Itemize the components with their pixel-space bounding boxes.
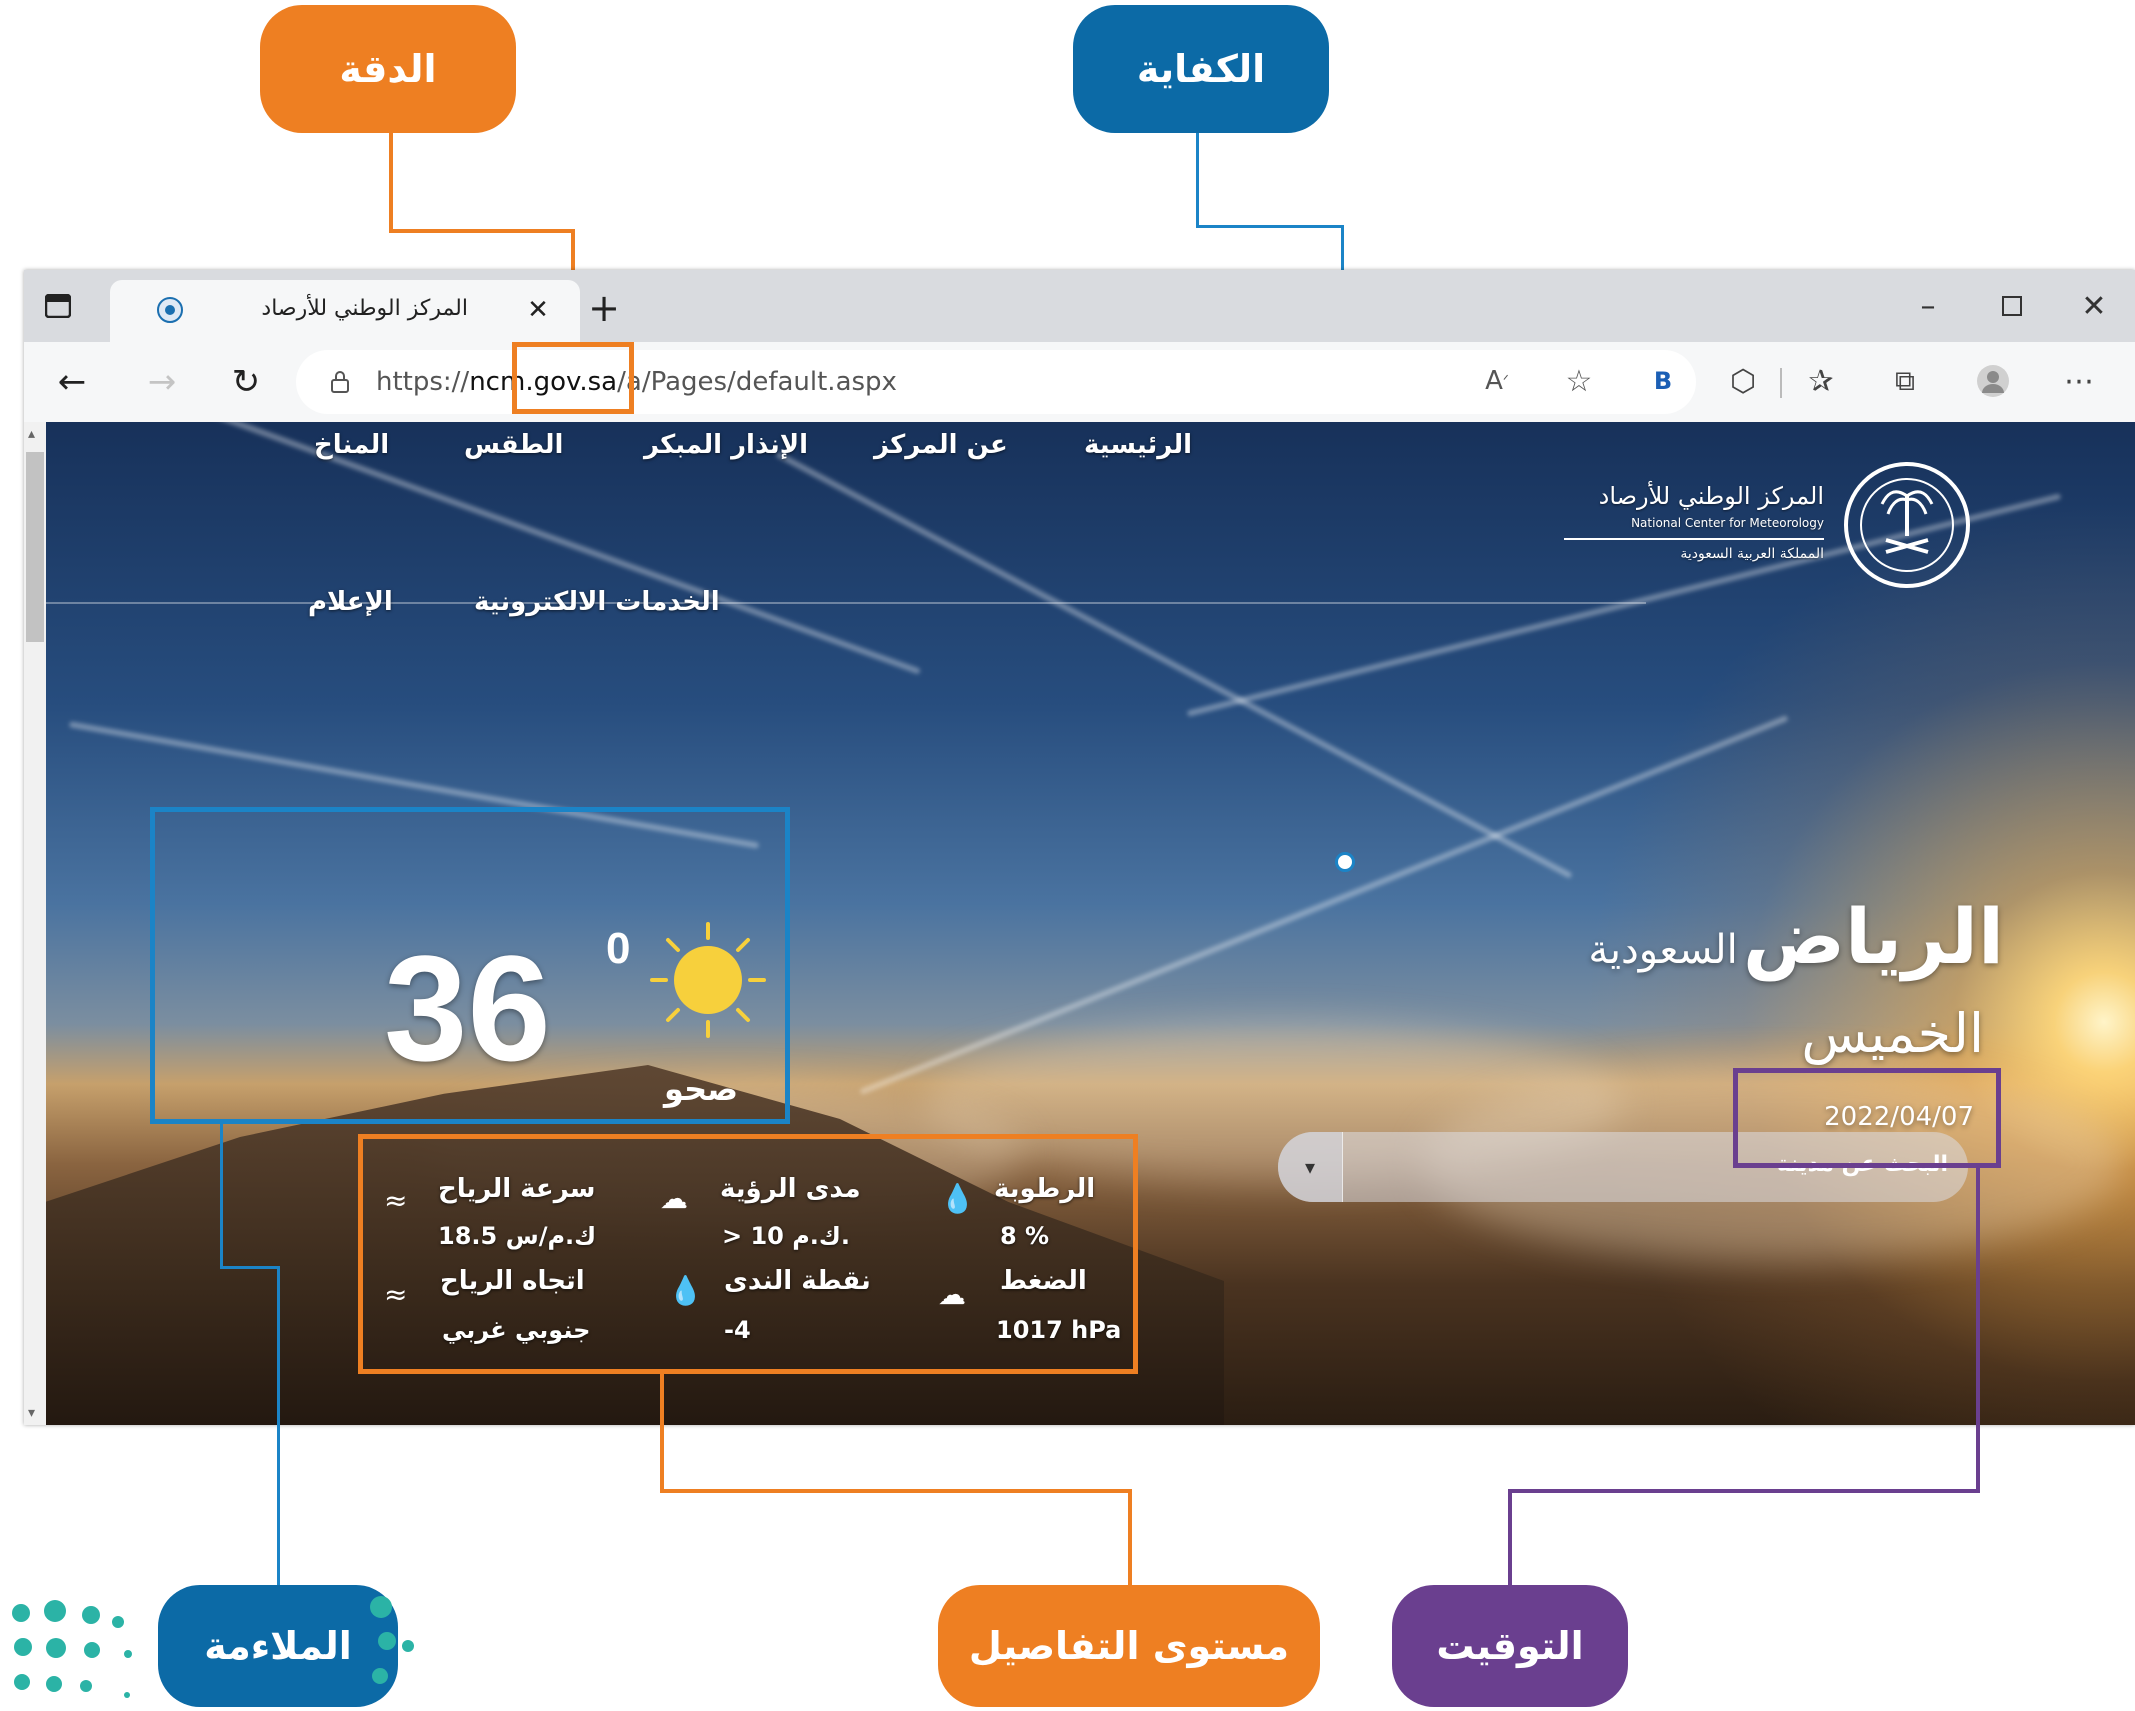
scrollbar[interactable]: ▴ ▾ <box>24 422 46 1425</box>
connector-accuracy <box>389 133 393 233</box>
extensions-icon[interactable]: ⬡ <box>1718 356 1768 406</box>
back-icon[interactable]: ← <box>46 356 98 408</box>
close-tab-icon[interactable]: ✕ <box>520 292 556 328</box>
highlight-temperature <box>150 807 790 1124</box>
bing-icon[interactable]: B <box>1638 356 1688 406</box>
minimize-icon[interactable]: – <box>1904 284 1952 328</box>
collections-icon[interactable]: ⧉ <box>1880 356 1930 406</box>
connector-timeliness <box>1976 1163 1980 1493</box>
tab-actions-icon[interactable] <box>38 286 78 326</box>
logo-name-en: National Center for Meteorology <box>1631 516 1824 530</box>
title-bar: المركز الوطني للأرصاد ✕ + – ✕ <box>24 270 2135 342</box>
lock-icon[interactable] <box>322 364 358 400</box>
url-path-rest: /Pages/default.aspx <box>641 367 897 397</box>
highlight-date <box>1733 1068 2001 1168</box>
connector-detail-v2 <box>1128 1489 1132 1585</box>
url-prefix: https:// <box>376 367 470 397</box>
scrollbar-thumb[interactable] <box>26 452 44 642</box>
close-window-icon[interactable]: ✕ <box>2070 284 2118 328</box>
highlight-details <box>358 1134 1138 1374</box>
profile-icon[interactable] <box>1968 356 2018 406</box>
connector-sufficiency-h <box>1196 225 1344 228</box>
connector-detail-h <box>660 1489 1132 1493</box>
scroll-up-icon[interactable]: ▴ <box>28 426 35 442</box>
nav-home[interactable]: الرئيسية <box>1084 430 1192 460</box>
ncm-logo[interactable] <box>1844 462 1970 588</box>
callout-detail-level: مستوى التفاصيل <box>938 1585 1320 1707</box>
decorative-dots <box>0 1590 420 1711</box>
logo-kingdom: المملكة العربية السعودية <box>1680 546 1824 562</box>
connector-detail <box>660 1369 664 1493</box>
forward-icon[interactable]: → <box>136 356 188 408</box>
nav-media[interactable]: الإعلام <box>308 587 393 617</box>
city-name: الرياض <box>1742 892 2004 981</box>
callout-timeliness: التوقيت <box>1392 1585 1628 1707</box>
logo-name-ar: المركز الوطني للأرصاد <box>1598 482 1824 510</box>
city-block: الرياض السعودية <box>1424 892 2004 981</box>
favorites-icon[interactable]: ✰ <box>1796 356 1846 406</box>
nav-early-warning[interactable]: الإنذار المبكر <box>644 430 808 460</box>
connector-relevance <box>220 1119 223 1269</box>
callout-accuracy: الدقة <box>260 5 516 133</box>
address-bar: ← → ↻ https://ncm.gov.sa/a/Pages/default… <box>24 342 2135 423</box>
nav-e-services[interactable]: الخدمات الالكترونية <box>474 587 720 617</box>
connector-timeliness-v2 <box>1508 1489 1512 1585</box>
connector-timeliness-h <box>1508 1489 1980 1493</box>
logo-rule <box>1564 538 1824 540</box>
new-tab-icon[interactable]: + <box>580 286 628 330</box>
nav-weather[interactable]: الطقس <box>464 430 563 460</box>
tab-title: المركز الوطني للأرصاد <box>261 296 468 321</box>
callout-sufficiency: الكفاية <box>1073 5 1329 133</box>
nav-climate[interactable]: المناخ <box>314 430 389 460</box>
maximize-icon[interactable] <box>1988 284 2036 328</box>
day-name: الخميس <box>1801 1002 1984 1065</box>
country-name: السعودية <box>1588 927 1738 973</box>
connector-sufficiency <box>1196 133 1199 228</box>
more-icon[interactable]: ⋯ <box>2054 356 2104 406</box>
search-dropdown-icon[interactable]: ▾ <box>1278 1132 1343 1202</box>
site-info-icon <box>150 290 190 330</box>
active-tab[interactable]: المركز الوطني للأرصاد ✕ <box>110 280 580 342</box>
nav-about[interactable]: عن المركز <box>874 430 1008 460</box>
url-text: https://ncm.gov.sa/a/Pages/default.aspx <box>376 367 897 397</box>
connector-endpoint <box>1335 852 1355 872</box>
connector-relevance-v2 <box>277 1266 280 1586</box>
toolbar-divider <box>1780 368 1782 398</box>
refresh-icon[interactable]: ↻ <box>220 356 272 408</box>
highlight-url-domain <box>512 342 634 414</box>
nav-divider <box>46 602 1646 604</box>
read-aloud-icon[interactable]: Aᐟ <box>1472 356 1522 406</box>
add-favorite-icon[interactable]: ☆ <box>1554 356 1604 406</box>
scroll-down-icon[interactable]: ▾ <box>28 1405 35 1421</box>
connector-relevance-h <box>220 1266 280 1269</box>
connector-accuracy-h <box>389 229 575 233</box>
